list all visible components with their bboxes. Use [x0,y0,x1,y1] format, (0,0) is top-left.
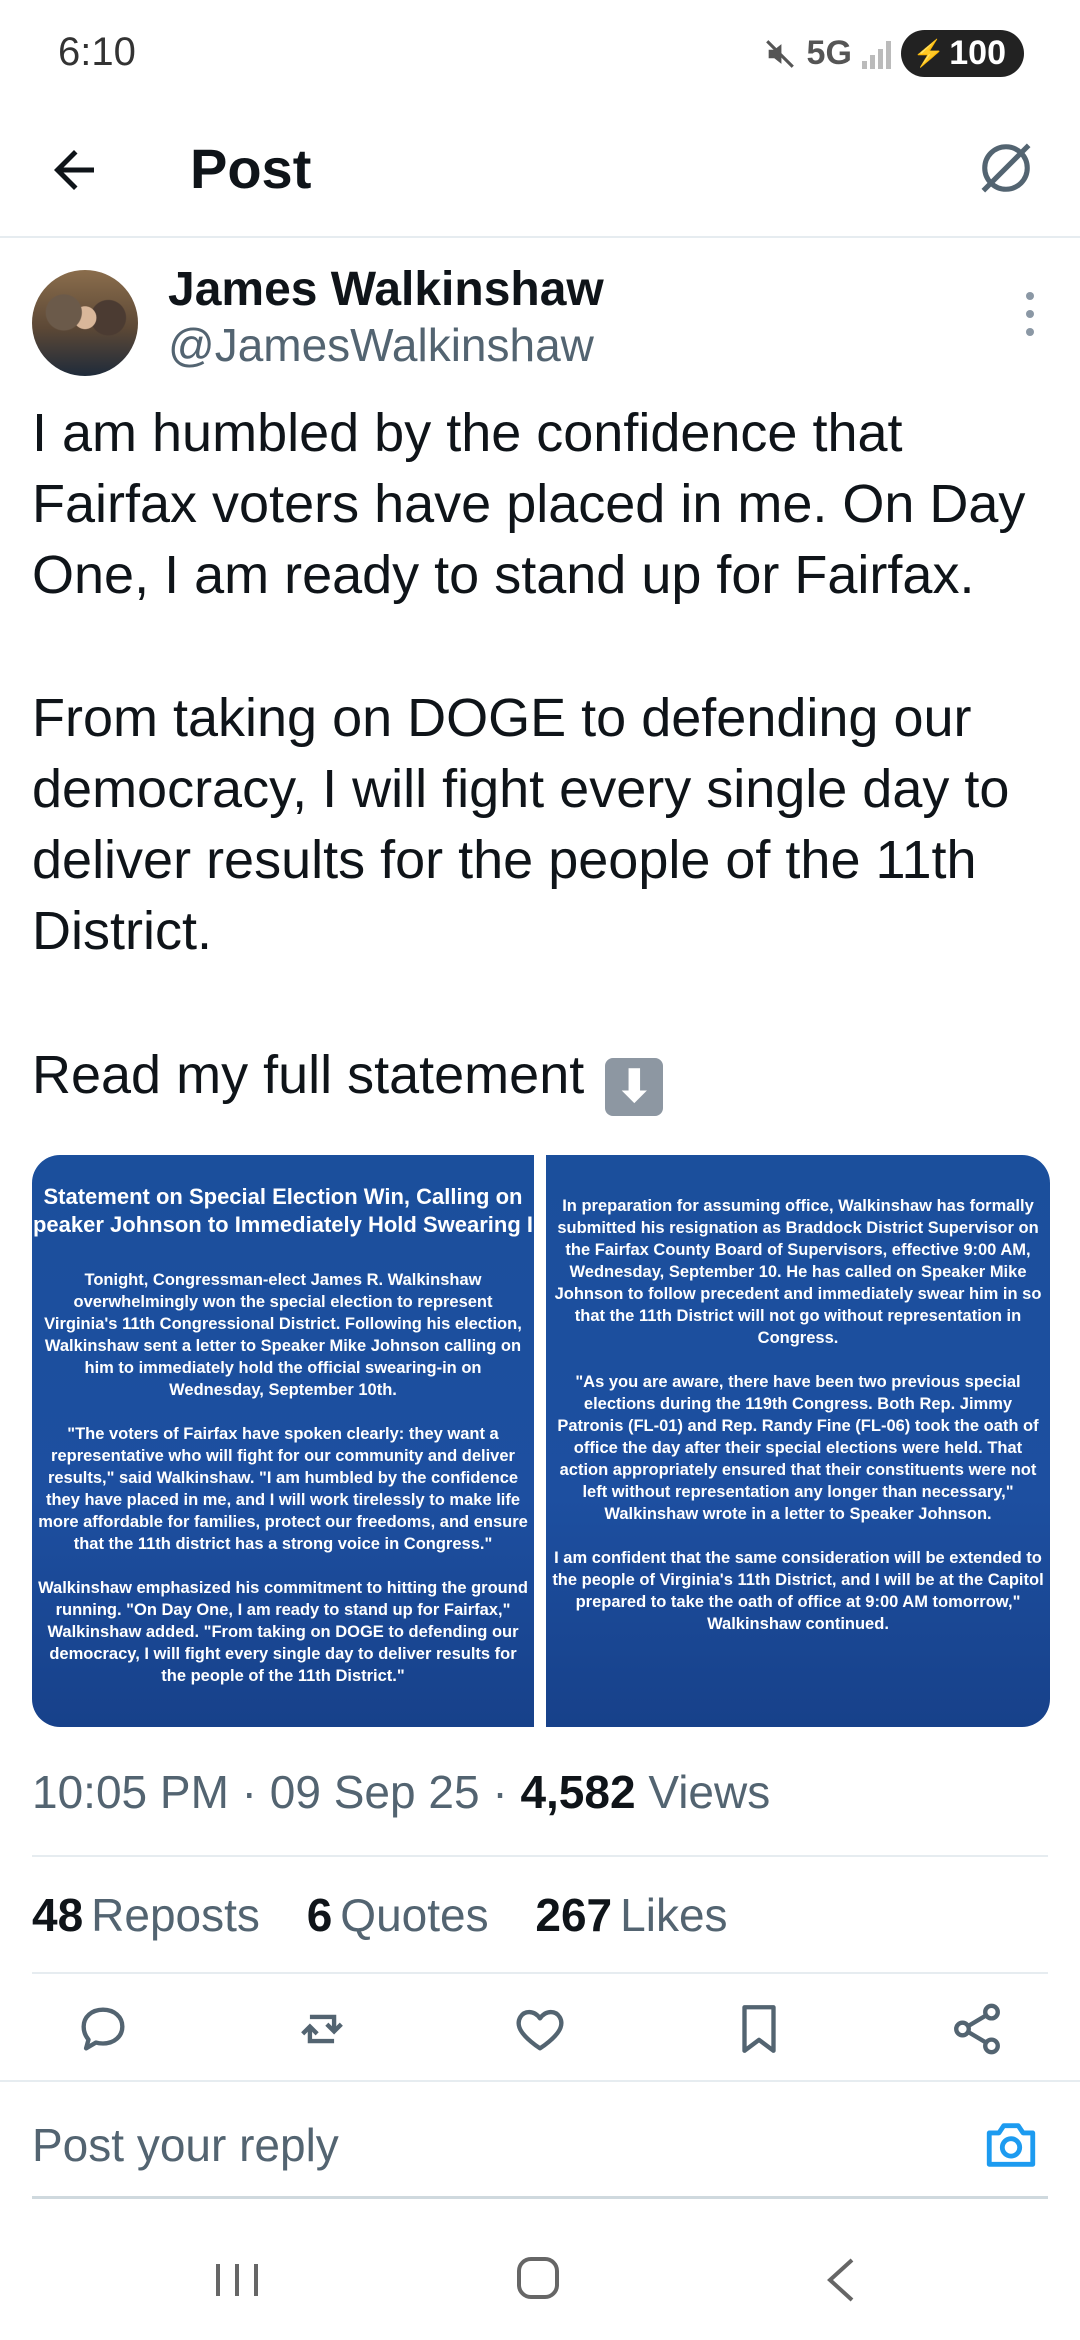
divider [32,1855,1048,1857]
status-time: 6:10 [58,30,136,74]
reply-input[interactable]: Post your reply [32,2118,339,2172]
reposts-stat[interactable]: 48 Reposts [32,1889,260,1941]
grok-icon[interactable] [972,134,1040,202]
post-text: From taking on DOGE to defending our dem… [32,688,1010,961]
post-time: 10:05 PM [32,1766,229,1818]
post-text: Read my full statement [32,1045,585,1105]
repost-icon[interactable] [293,2000,351,2058]
image-title-line: peaker Johnson to Immediately Hold Swear… [32,1212,533,1237]
share-icon[interactable] [948,2000,1006,2058]
quotes-stat[interactable]: 6 Quotes [307,1889,489,1941]
author-handle[interactable]: @JamesWalkinshaw [168,318,594,372]
divider [32,1972,1048,1974]
post-text: I am humbled by the confidence that Fair… [32,403,1026,605]
reposts-count: 48 [32,1889,84,1941]
reply-underline [32,2196,1048,2199]
network-label: 5G [806,34,852,72]
page-title: Post [190,137,312,200]
views-label[interactable]: Views [648,1766,770,1818]
more-options-icon[interactable] [1022,292,1038,336]
action-bar [32,2000,1048,2072]
back-arrow-icon[interactable] [44,140,104,200]
likes-label: Likes [620,1889,728,1941]
post-date: 09 Sep 25 [269,1766,480,1818]
image-paragraph: "The voters of Fairfax have spoken clear… [38,1425,528,1553]
down-arrow-emoji-icon: ⬇ [605,1058,664,1116]
post-text-cta: Read my full statement ⬇ [32,1040,1062,1116]
post-image-left[interactable]: Statement on Special Election Win, Calli… [32,1155,534,1727]
views-count: 4,582 [520,1766,636,1818]
quotes-label: Quotes [340,1889,489,1941]
post-meta: 10:05 PM · 09 Sep 25 · 4,582 Views [32,1766,771,1818]
image-paragraph: "As you are aware, there have been two p… [557,1373,1039,1523]
battery-icon: ⚡ [912,38,946,68]
image-paragraph: I am confident that the same considerati… [552,1549,1044,1633]
signal-icon [861,39,891,69]
status-icons: 5G ⚡ 100 [763,30,1024,77]
image-paragraph: Walkinshaw emphasized his commitment to … [38,1579,528,1685]
mute-icon [765,39,794,68]
like-icon[interactable] [511,2000,569,2058]
likes-stat[interactable]: 267 Likes [535,1889,727,1941]
nav-back-icon[interactable] [822,2256,858,2304]
image-paragraph: In preparation for assuming office, Walk… [554,1197,1042,1347]
image-title-line: Statement on Special Election Win, Calli… [43,1184,523,1209]
divider [0,2080,1080,2082]
battery-level: 100 [949,34,1006,72]
reposts-label: Reposts [91,1889,260,1941]
home-icon[interactable] [514,2254,562,2302]
battery-indicator: ⚡ 100 [900,30,1024,77]
top-app-bar: Post [0,110,1080,238]
reply-icon[interactable] [74,2000,132,2058]
avatar[interactable] [32,270,138,376]
quotes-count: 6 [306,1889,333,1941]
author-name[interactable]: James Walkinshaw [168,262,604,317]
likes-count: 267 [535,1889,613,1941]
engagement-stats: 48 Reposts 6 Quotes 267 Likes [32,1888,762,1942]
camera-icon[interactable] [982,2116,1040,2174]
image-title: Statement on Special Election Win, Calli… [32,1183,534,1239]
post-image-right[interactable]: In preparation for assuming office, Walk… [546,1155,1050,1727]
recents-icon[interactable] [212,2258,262,2302]
image-paragraph: Tonight, Congressman-elect James R. Walk… [44,1271,522,1399]
bookmark-icon[interactable] [730,2000,788,2058]
